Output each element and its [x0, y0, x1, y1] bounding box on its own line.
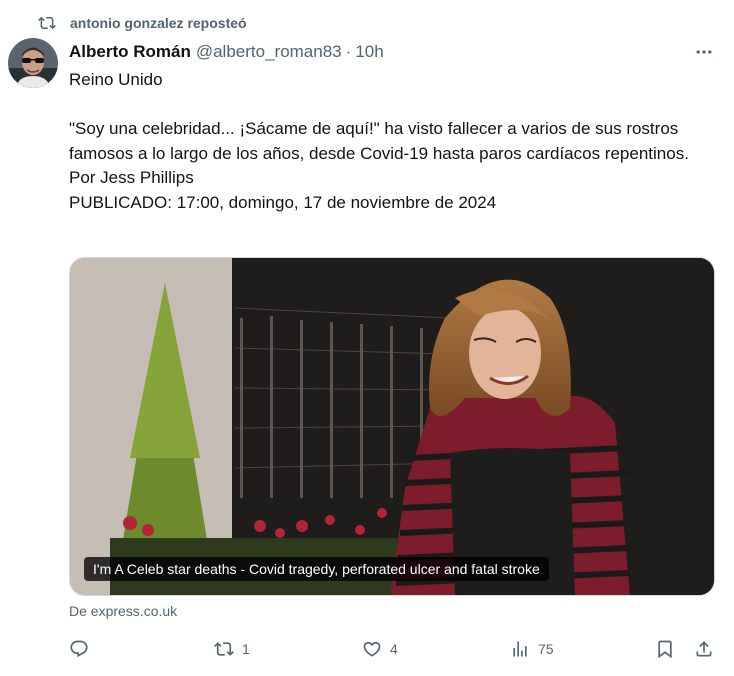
author-handle[interactable]: @alberto_roman83: [196, 42, 342, 62]
repost-icon: [214, 642, 234, 656]
repost-button[interactable]: 1: [214, 636, 250, 662]
repost-label: antonio gonzalez reposteó: [70, 15, 247, 31]
views-button[interactable]: 75: [510, 636, 554, 662]
repost-icon: [38, 14, 56, 32]
share-button[interactable]: [694, 636, 714, 662]
repost-indicator[interactable]: antonio gonzalez reposteó: [38, 12, 247, 34]
link-card[interactable]: I'm A Celeb star deaths - Covid tragedy,…: [69, 257, 715, 596]
tweet-text: Reino Unido "Soy una celebridad... ¡Sáca…: [69, 68, 719, 216]
separator-dot: ·: [345, 42, 352, 61]
card-caption: I'm A Celeb star deaths - Covid tragedy,…: [84, 557, 549, 581]
tweet-line-published: PUBLICADO: 17:00, domingo, 17 de noviemb…: [69, 192, 497, 212]
tweet-time[interactable]: 10h: [355, 42, 383, 62]
heart-icon: [363, 641, 381, 657]
author-name[interactable]: Alberto Román: [69, 42, 191, 62]
like-count: 4: [390, 641, 398, 657]
views-icon: [513, 641, 527, 657]
tweet-header: Alberto Román @alberto_roman83 · 10h: [69, 40, 384, 64]
reply-icon: [70, 640, 88, 658]
bookmark-button[interactable]: [655, 636, 675, 662]
reply-button[interactable]: [69, 636, 89, 662]
share-icon: [696, 641, 712, 657]
card-source[interactable]: De express.co.uk: [69, 603, 177, 619]
views-count: 75: [538, 641, 554, 657]
tweet-line-body: "Soy una celebridad... ¡Sácame de aquí!"…: [69, 119, 689, 163]
avatar[interactable]: [8, 38, 58, 88]
repost-count: 1: [242, 641, 250, 657]
more-icon: [696, 50, 712, 54]
card-image: [70, 258, 714, 595]
tweet-line-location: Reino Unido: [69, 70, 163, 89]
like-button[interactable]: 4: [362, 636, 398, 662]
action-bar: 1 4 75: [0, 636, 734, 662]
tweet-line-author: Por Jess Phillips: [69, 168, 194, 188]
more-options-button[interactable]: [692, 42, 716, 62]
bookmark-icon: [658, 640, 672, 659]
